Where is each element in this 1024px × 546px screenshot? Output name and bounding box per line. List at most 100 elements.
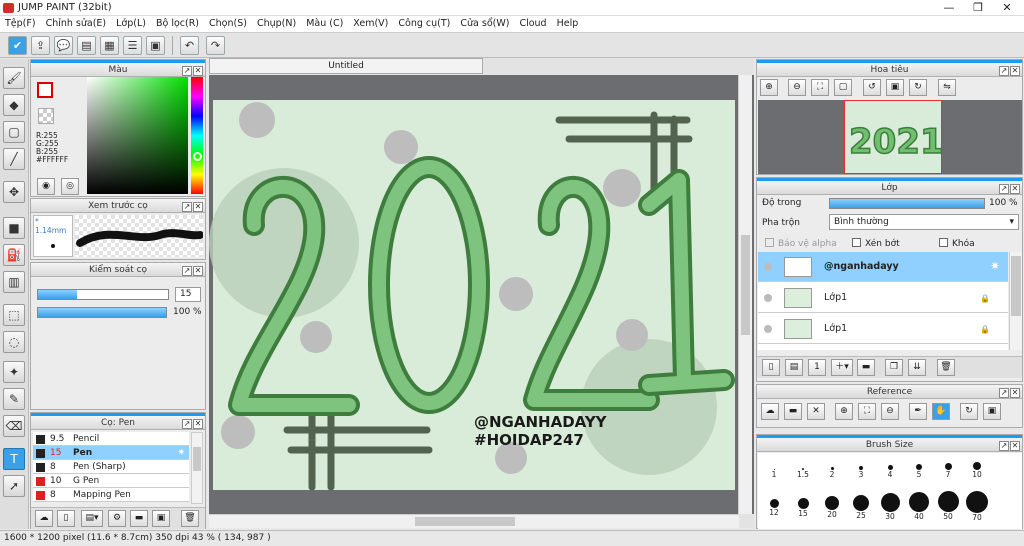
brush-list-scroll-thumb[interactable] — [193, 447, 201, 471]
brush-size-option[interactable]: 2 — [819, 457, 845, 479]
brush-size-option[interactable]: 10 — [964, 457, 990, 479]
brush-group-icon[interactable]: ▣ — [152, 510, 170, 527]
visibility-icon[interactable] — [764, 325, 772, 333]
brush-size-option[interactable]: 5 — [906, 457, 932, 479]
select-pen-tool-icon[interactable]: ✎ — [3, 388, 25, 410]
actual-size-icon[interactable]: ▢ — [834, 79, 852, 96]
add-layer-menu-icon[interactable]: ＋▾ — [831, 359, 853, 376]
cloud-download-icon[interactable]: ☁ — [35, 510, 53, 527]
brush-size-option[interactable]: 30 — [877, 491, 903, 521]
canvas-horizontal-scrollbar[interactable] — [209, 514, 739, 528]
brush-size-option[interactable]: 70 — [964, 491, 990, 522]
canvas-horizontal-scroll-thumb[interactable] — [415, 517, 515, 526]
brush-tool-icon[interactable]: 🖌 — [3, 67, 25, 89]
select-tool-icon[interactable]: ⬚ — [3, 304, 25, 326]
menu-color[interactable]: Màu (C) — [301, 16, 348, 31]
panel-window-buttons[interactable]: ↗ ✕ — [998, 386, 1020, 400]
canvas-vertical-scrollbar[interactable] — [738, 75, 752, 514]
brush-size-value[interactable]: 15 — [175, 287, 201, 302]
brush-size-option[interactable]: 1.5 — [790, 457, 816, 479]
reference-fit-icon[interactable]: ⛶ — [858, 403, 876, 420]
blend-mode-select[interactable]: Bình thường ▾ — [829, 214, 1019, 230]
brush-item-pencil[interactable]: 9.5 Pencil — [33, 432, 189, 446]
fill-rect-tool-icon[interactable]: ■ — [3, 217, 25, 239]
menu-window[interactable]: Cửa sổ(W) — [455, 16, 514, 31]
menu-filter[interactable]: Bộ lọc(R) — [151, 16, 204, 31]
line-tool-icon[interactable]: ╱ — [3, 148, 25, 170]
rectangle-select-tool-icon[interactable]: ▢ — [3, 121, 25, 143]
brush-settings-gear-icon[interactable]: ✷ — [177, 446, 185, 460]
panel-window-buttons[interactable]: ↗ ✕ — [181, 417, 203, 431]
reference-open-icon[interactable]: ▬ — [784, 403, 802, 420]
hue-slider[interactable] — [191, 77, 203, 194]
clipping-checkbox[interactable]: Xén bớt — [852, 238, 900, 249]
panel-window-buttons[interactable]: ↗ ✕ — [998, 439, 1020, 453]
fit-screen-icon[interactable]: ⛶ — [811, 79, 829, 96]
copy-brush-icon[interactable]: ▤▾ — [81, 510, 103, 527]
reference-zoom-out-icon[interactable]: ⊖ — [881, 403, 899, 420]
foreground-color-swatch[interactable] — [37, 82, 53, 98]
visibility-icon[interactable] — [764, 263, 772, 271]
select-eraser-tool-icon[interactable]: ⌫ — [3, 415, 25, 437]
lock-checkbox[interactable]: Khóa — [939, 238, 975, 249]
page-icon[interactable]: ▦ — [100, 36, 119, 55]
text-tool-icon[interactable]: T — [3, 448, 25, 470]
rotate-left-icon[interactable]: ↺ — [863, 79, 881, 96]
layer-opacity-slider[interactable] — [829, 198, 985, 209]
protect-alpha-checkbox[interactable]: Bảo vệ alpha — [765, 238, 837, 249]
reference-zoom-in-icon[interactable]: ⊕ — [835, 403, 853, 420]
menu-capture[interactable]: Chụp(N) — [252, 16, 301, 31]
brush-size-option[interactable]: 50 — [935, 491, 961, 521]
folder-icon[interactable]: ▬ — [130, 510, 148, 527]
lasso-tool-icon[interactable]: ◌ — [3, 331, 25, 353]
undo-icon[interactable]: ↶ — [180, 36, 199, 55]
close-button[interactable]: ✕ — [992, 0, 1022, 16]
canvas-viewport[interactable]: @NGANHADAYY #HOIDAP247 — [209, 75, 754, 514]
hand-tool-icon[interactable]: ✋ — [932, 403, 950, 420]
saturation-value-picker[interactable] — [87, 77, 188, 194]
eyedropper-icon[interactable]: ✒ — [909, 403, 927, 420]
menu-view[interactable]: Xem(V) — [348, 16, 393, 31]
brush-settings-icon[interactable]: ⚙ — [108, 510, 126, 527]
hue-slider-handle[interactable] — [193, 152, 202, 161]
reset-rotation-icon[interactable]: ▣ — [886, 79, 904, 96]
maximize-button[interactable]: ❐ — [963, 0, 993, 16]
brush-item-g-pen[interactable]: 10 G Pen — [33, 474, 189, 488]
brush-size-option[interactable]: 20 — [819, 491, 845, 519]
panel-window-buttons[interactable]: ↗ ✕ — [181, 200, 203, 214]
minimize-button[interactable]: — — [934, 0, 964, 16]
menu-edit[interactable]: Chỉnh sửa(E) — [41, 16, 112, 31]
document-tab[interactable]: Untitled — [209, 58, 483, 74]
magic-wand-tool-icon[interactable]: ✦ — [3, 361, 25, 383]
layer-row[interactable]: @nganhadayy ✷ — [758, 252, 1008, 282]
message-icon[interactable]: ▤ — [77, 36, 96, 55]
new-brush-icon[interactable]: ▯ — [57, 510, 75, 527]
reference-reset-icon[interactable]: ▣ — [983, 403, 1001, 420]
menu-file[interactable]: Tệp(F) — [0, 16, 41, 31]
layer-list-scrollbar[interactable] — [1009, 252, 1022, 350]
panel-window-buttons[interactable]: ↗ ✕ — [181, 264, 203, 278]
operation-tool-icon[interactable]: ➚ — [3, 475, 25, 497]
new-layer-icon[interactable]: ▯ — [762, 359, 780, 376]
bucket-tool-icon[interactable]: ⛽ — [3, 244, 25, 266]
menu-select[interactable]: Chọn(S) — [204, 16, 252, 31]
panel-window-buttons[interactable]: ↗ ✕ — [181, 64, 203, 78]
merge-layer-icon[interactable]: ⇊ — [908, 359, 926, 376]
move-tool-icon[interactable]: ✥ — [3, 181, 25, 203]
canvas-vertical-scroll-thumb[interactable] — [741, 235, 750, 335]
redo-icon[interactable]: ↷ — [206, 36, 225, 55]
palette-icon[interactable]: ◉ — [37, 178, 55, 195]
menu-tools[interactable]: Công cụ(T) — [393, 16, 455, 31]
visibility-icon[interactable] — [764, 294, 772, 302]
palette-edit-icon[interactable]: ◎ — [61, 178, 79, 195]
layer-row[interactable]: Lớp1 🔒 — [758, 314, 1008, 344]
layer-row[interactable]: Lớp1 🔒 — [758, 283, 1008, 313]
delete-layer-icon[interactable]: 🗑 — [937, 359, 955, 376]
brush-item-pen[interactable]: 15 Pen ✷ — [33, 446, 189, 460]
comment-icon[interactable]: 💬 — [54, 36, 73, 55]
brush-size-option[interactable]: 4 — [877, 457, 903, 479]
reference-close-icon[interactable]: ✕ — [807, 403, 825, 420]
zoom-in-icon[interactable]: ⊕ — [760, 79, 778, 96]
export-icon[interactable]: ⇪ — [31, 36, 50, 55]
flip-icon[interactable]: ⇋ — [938, 79, 956, 96]
